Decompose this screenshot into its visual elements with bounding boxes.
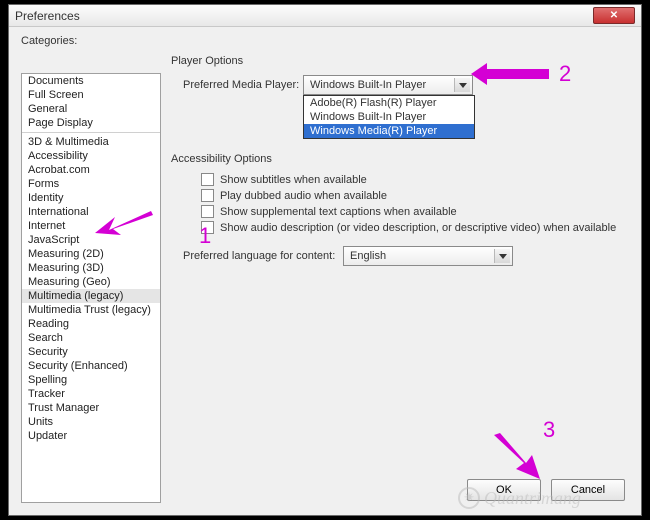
sidebar-item[interactable]: Search: [22, 331, 160, 345]
sidebar-item[interactable]: Documents: [22, 74, 160, 88]
checkbox[interactable]: [201, 173, 214, 186]
close-icon: ✕: [610, 10, 618, 21]
titlebar: Preferences ✕: [9, 5, 641, 27]
preferred-language-label: Preferred language for content:: [183, 250, 343, 262]
sidebar-item[interactable]: Updater: [22, 429, 160, 443]
preferred-player-dropdown[interactable]: Adobe(R) Flash(R) PlayerWindows Built-In…: [303, 95, 475, 139]
options-panel: Player Options Preferred Media Player: W…: [171, 55, 629, 272]
sidebar-item[interactable]: Internet: [22, 219, 160, 233]
checkbox-label: Show subtitles when available: [220, 174, 367, 186]
checkbox[interactable]: [201, 189, 214, 202]
chevron-down-icon: [494, 249, 510, 263]
sidebar-item[interactable]: JavaScript: [22, 233, 160, 247]
checkbox[interactable]: [201, 205, 214, 218]
sidebar-item[interactable]: General: [22, 102, 160, 116]
sidebar-item[interactable]: Page Display: [22, 116, 160, 130]
sidebar-item[interactable]: Multimedia Trust (legacy): [22, 303, 160, 317]
checkbox[interactable]: [201, 221, 214, 234]
preferred-language-combo[interactable]: English: [343, 246, 513, 266]
accessibility-title: Accessibility Options: [171, 153, 629, 165]
checkbox-row: Show supplemental text captions when ava…: [201, 205, 629, 218]
preferred-player-combo[interactable]: Windows Built-In Player Adobe(R) Flash(R…: [303, 75, 473, 95]
preferred-player-value: Windows Built-In Player: [310, 79, 426, 91]
sidebar-item[interactable]: Spelling: [22, 373, 160, 387]
sidebar-item[interactable]: International: [22, 205, 160, 219]
sidebar-item[interactable]: Reading: [22, 317, 160, 331]
sidebar-item[interactable]: Measuring (Geo): [22, 275, 160, 289]
sidebar-item[interactable]: Trust Manager: [22, 401, 160, 415]
checkbox-label: Show supplemental text captions when ava…: [220, 206, 457, 218]
preferred-language-value: English: [350, 250, 386, 262]
sidebar-item[interactable]: Accessibility: [22, 149, 160, 163]
sidebar-item[interactable]: Forms: [22, 177, 160, 191]
sidebar-item[interactable]: Full Screen: [22, 88, 160, 102]
categories-list[interactable]: DocumentsFull ScreenGeneralPage Display 3…: [21, 73, 161, 503]
sidebar-item[interactable]: 3D & Multimedia: [22, 135, 160, 149]
dropdown-option[interactable]: Windows Media(R) Player: [304, 124, 474, 138]
preferences-window: Preferences ✕ Categories: DocumentsFull …: [8, 4, 642, 516]
checkbox-label: Show audio description (or video descrip…: [220, 222, 616, 234]
sidebar-item[interactable]: Acrobat.com: [22, 163, 160, 177]
sidebar-item[interactable]: Security (Enhanced): [22, 359, 160, 373]
sidebar-item[interactable]: Security: [22, 345, 160, 359]
checkbox-label: Play dubbed audio when available: [220, 190, 387, 202]
sidebar-item[interactable]: Tracker: [22, 387, 160, 401]
player-options-title: Player Options: [171, 55, 629, 67]
sidebar-item[interactable]: Multimedia (legacy): [22, 289, 160, 303]
checkbox-row: Show subtitles when available: [201, 173, 629, 186]
sidebar-item[interactable]: Measuring (3D): [22, 261, 160, 275]
checkbox-row: Play dubbed audio when available: [201, 189, 629, 202]
sidebar-item[interactable]: Identity: [22, 191, 160, 205]
dropdown-option[interactable]: Windows Built-In Player: [304, 110, 474, 124]
sidebar-item[interactable]: Measuring (2D): [22, 247, 160, 261]
watermark: ✷ Quantrimang: [458, 487, 581, 509]
categories-label: Categories:: [21, 35, 629, 47]
lightbulb-icon: ✷: [458, 487, 480, 509]
checkbox-row: Show audio description (or video descrip…: [201, 221, 629, 234]
chevron-down-icon: [454, 78, 470, 92]
sidebar-separator: [22, 132, 160, 133]
dialog-body: Categories: DocumentsFull ScreenGeneralP…: [9, 27, 641, 515]
preferred-player-label: Preferred Media Player:: [183, 79, 303, 91]
dropdown-option[interactable]: Adobe(R) Flash(R) Player: [304, 96, 474, 110]
window-title: Preferences: [15, 9, 593, 23]
close-button[interactable]: ✕: [593, 7, 635, 24]
sidebar-item[interactable]: Units: [22, 415, 160, 429]
